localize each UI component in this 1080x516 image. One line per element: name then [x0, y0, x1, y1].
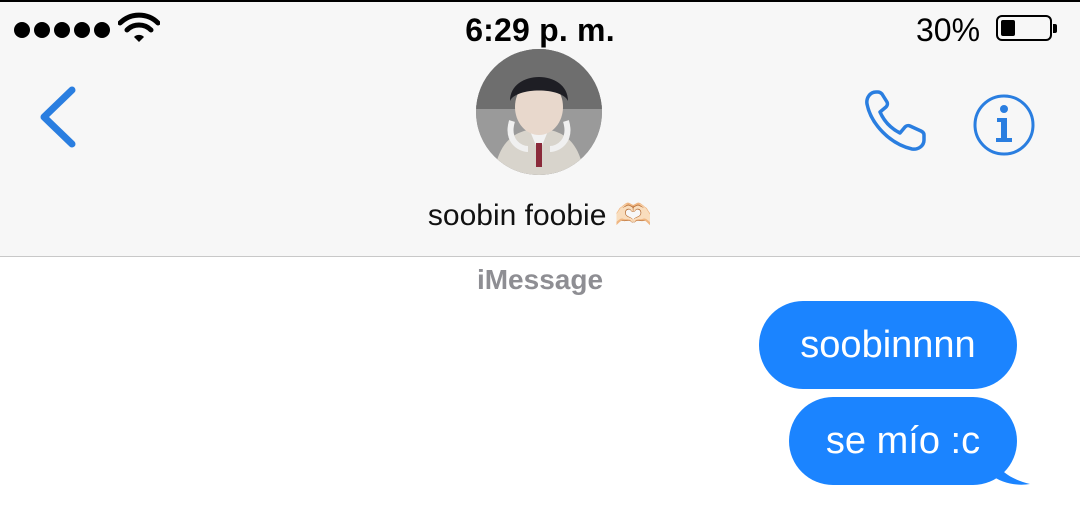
battery-icon	[996, 15, 1057, 41]
battery-percentage: 30%	[916, 12, 981, 48]
service-label: iMessage	[476, 264, 604, 295]
chevron-left-icon[interactable]	[36, 86, 80, 148]
outgoing-message-bubble[interactable]: se mío :c	[789, 397, 1017, 485]
conversation-header: 6:29 p. m. 30% soobin foobie 🫶🏻	[0, 2, 1080, 257]
outgoing-message-bubble[interactable]: soobinnnn	[759, 301, 1017, 389]
info-icon[interactable]	[972, 93, 1036, 157]
message-text: se mío :c	[825, 419, 981, 462]
contact-avatar[interactable]	[476, 49, 602, 175]
phone-icon[interactable]	[862, 88, 930, 154]
message-text: soobinnnn	[800, 323, 976, 366]
contact-name[interactable]: soobin foobie 🫶🏻	[0, 198, 1080, 233]
